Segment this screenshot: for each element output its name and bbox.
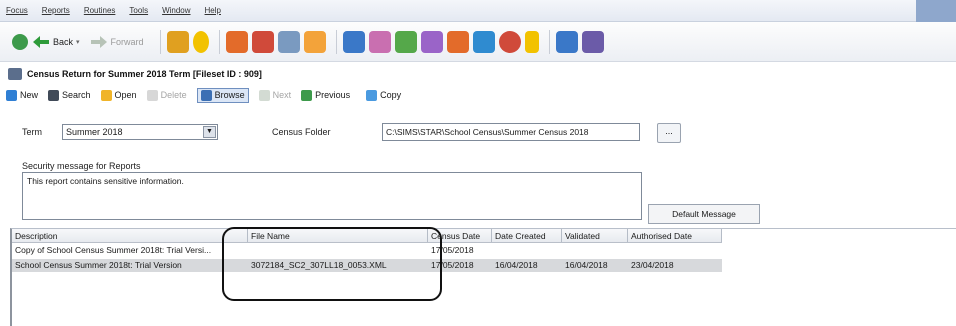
- copy-label: Copy: [380, 90, 402, 100]
- window-titlebar: Census Return for Summer 2018 Term [File…: [8, 66, 262, 82]
- toolbar-icon-11[interactable]: [446, 30, 469, 53]
- next-button[interactable]: Next: [258, 89, 292, 101]
- file-name-highlight-annotation: [222, 227, 442, 301]
- toolbar-icon-9[interactable]: [394, 30, 417, 53]
- cell-authorised-date: [628, 244, 722, 257]
- toolbar-icon-5[interactable]: [277, 30, 300, 53]
- column-header-validated[interactable]: Validated: [562, 229, 628, 242]
- menu-routines[interactable]: Routines: [84, 6, 116, 15]
- forward-label: Forward: [110, 36, 144, 47]
- chevron-down-icon[interactable]: ▼: [203, 126, 216, 138]
- refresh-icon[interactable]: [12, 33, 28, 50]
- open-button[interactable]: Open: [100, 89, 137, 101]
- toolbar-icon-2[interactable]: [192, 30, 209, 53]
- census-folder-field[interactable]: C:\SIMS\STAR\School Census\Summer Census…: [382, 123, 640, 141]
- census-window-icon: [8, 68, 22, 80]
- delete-icon: [146, 89, 158, 101]
- cell-validated: 16/04/2018: [565, 260, 608, 270]
- menu-window[interactable]: Window: [162, 6, 190, 15]
- cell-description: Copy of School Census Summer 2018t: Tria…: [15, 245, 212, 255]
- term-select[interactable]: Summer 2018 ▼: [62, 124, 218, 140]
- back-dropdown-icon[interactable]: ▾: [76, 38, 80, 46]
- binoculars-icon: [48, 89, 60, 101]
- back-button[interactable]: Back ▾: [32, 35, 80, 49]
- security-message-field[interactable]: This report contains sensitive informati…: [22, 172, 642, 220]
- open-label: Open: [114, 90, 137, 100]
- cell-date-created: [492, 244, 562, 257]
- toolbar-icon-16[interactable]: [581, 30, 604, 53]
- forward-arrow-icon: [90, 35, 107, 48]
- menu-bar: Focus Reports Routines Tools Window Help: [0, 0, 956, 22]
- toolbar-separator: [548, 29, 550, 54]
- menubar-accent: [916, 0, 956, 22]
- browse-label: Browse: [214, 90, 245, 100]
- menu-help[interactable]: Help: [205, 6, 221, 15]
- copy-icon: [366, 89, 378, 101]
- action-bar: New Search Open Delete Browse Next Previ…: [6, 86, 401, 104]
- browse-icon: [200, 89, 212, 101]
- forward-button[interactable]: Forward: [90, 35, 144, 49]
- toolbar-icon-14[interactable]: [524, 30, 539, 53]
- toolbar-icon-3[interactable]: [225, 30, 248, 53]
- new-icon: [6, 89, 17, 101]
- census-returns-grid: Description File Name Census Date Date C…: [10, 228, 956, 326]
- previous-icon: [301, 89, 313, 101]
- browse-toggle-button[interactable]: Browse: [196, 87, 249, 103]
- cell-description: School Census Summer 2018t: Trial Versio…: [15, 260, 182, 270]
- toolbar-separator: [218, 29, 220, 54]
- term-label: Term: [22, 127, 42, 137]
- previous-label: Previous: [315, 90, 351, 100]
- term-value: Summer 2018: [66, 127, 123, 137]
- search-label: Search: [62, 90, 91, 100]
- toolbar-separator: [335, 29, 337, 54]
- cell-date-created: 16/04/2018: [495, 260, 538, 270]
- cell-validated: [562, 244, 628, 257]
- toolbar-icon-15[interactable]: [555, 30, 578, 53]
- column-header-description[interactable]: Description: [12, 229, 248, 242]
- back-arrow-icon: [33, 35, 49, 48]
- toolbar-separator: [159, 29, 161, 54]
- toolbar-icon-13[interactable]: [498, 30, 521, 53]
- main-toolbar: Back ▾ Forward: [0, 22, 956, 62]
- previous-button[interactable]: Previous: [301, 89, 351, 101]
- next-label: Next: [272, 90, 292, 100]
- toolbar-icon-4[interactable]: [251, 30, 274, 53]
- cell-authorised-date: 23/04/2018: [631, 260, 674, 270]
- toolbar-icon-6[interactable]: [303, 30, 326, 53]
- menu-reports[interactable]: Reports: [42, 6, 70, 15]
- folder-browse-button[interactable]: ...: [657, 123, 681, 143]
- menu-focus[interactable]: Focus: [6, 6, 28, 15]
- copy-button[interactable]: Copy: [366, 89, 402, 101]
- search-button[interactable]: Search: [48, 89, 91, 101]
- toolbar-icon-8[interactable]: [368, 30, 391, 53]
- new-button[interactable]: New: [6, 89, 39, 101]
- column-header-date-created[interactable]: Date Created: [492, 229, 562, 242]
- back-label: Back: [53, 36, 74, 47]
- toolbar-icon-12[interactable]: [472, 30, 495, 53]
- next-icon: [258, 89, 270, 101]
- column-header-authorised-date[interactable]: Authorised Date: [628, 229, 722, 242]
- menu-tools[interactable]: Tools: [129, 6, 148, 15]
- new-label: New: [20, 90, 39, 100]
- toolbar-icon-10[interactable]: [420, 30, 443, 53]
- security-message-label: Security message for Reports: [22, 161, 141, 171]
- toolbar-icon-1[interactable]: [166, 30, 189, 53]
- default-message-button[interactable]: Default Message: [648, 204, 760, 224]
- toolbar-icon-7[interactable]: [342, 30, 365, 53]
- delete-button[interactable]: Delete: [146, 89, 187, 101]
- delete-label: Delete: [160, 90, 187, 100]
- folder-icon: [100, 89, 112, 101]
- window-title: Census Return for Summer 2018 Term [File…: [27, 69, 262, 79]
- census-folder-label: Census Folder: [272, 127, 331, 137]
